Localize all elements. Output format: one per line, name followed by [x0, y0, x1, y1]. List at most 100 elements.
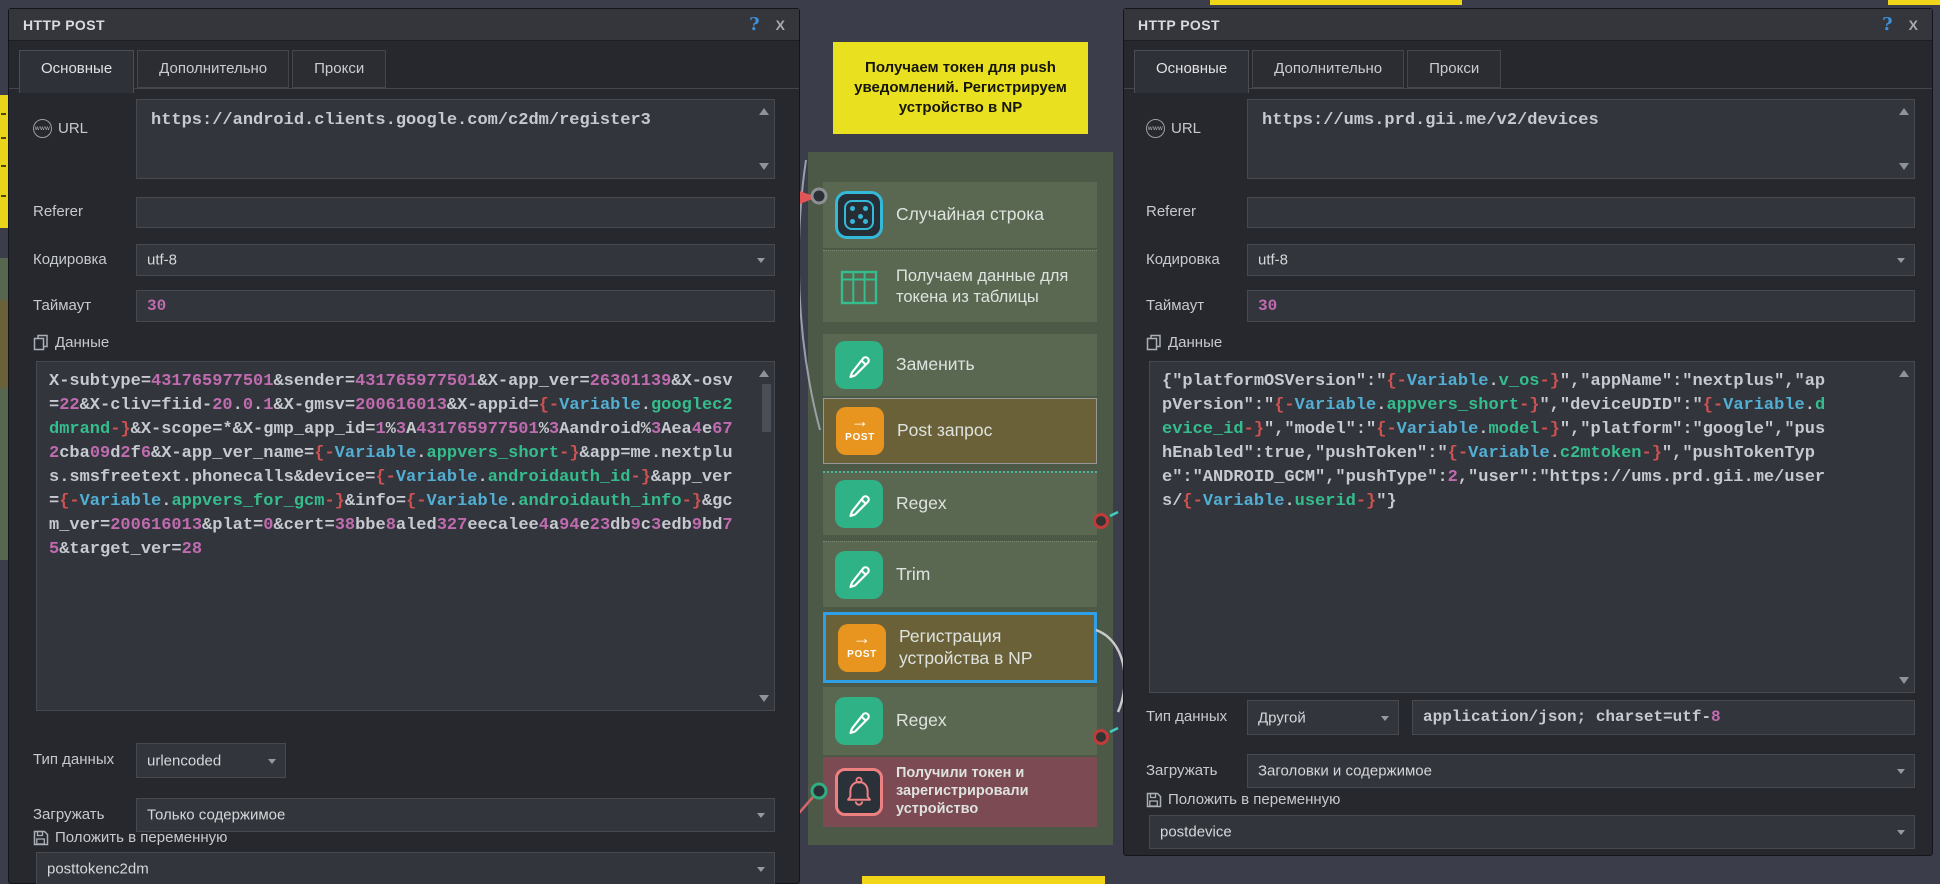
pencil-icon — [835, 480, 883, 528]
help-icon[interactable]: ? — [1882, 14, 1893, 35]
scroll-down-icon[interactable] — [1899, 163, 1909, 170]
timeout-input[interactable]: 30 — [136, 290, 775, 322]
tab-advanced[interactable]: Дополнительно — [1252, 50, 1404, 88]
chevron-down-icon — [757, 813, 765, 818]
step-label: Регистрация устройства в NP — [899, 626, 1094, 669]
scroll-up-icon[interactable] — [1899, 370, 1909, 377]
data-textarea[interactable]: {"platformOSVersion":"{-Variable.v_os-}"… — [1149, 361, 1915, 693]
encoding-label: Кодировка — [33, 251, 107, 268]
data-textarea[interactable]: X-subtype=431765977501&sender=4317659775… — [36, 361, 775, 711]
load-label: Загружать — [33, 806, 104, 823]
flow-step-regex-1[interactable]: Regex — [823, 471, 1097, 535]
step-label: Regex — [896, 493, 947, 514]
scrollbar-thumb[interactable] — [762, 384, 771, 432]
pencil-icon — [835, 697, 883, 745]
flow-step-trim[interactable]: Trim — [823, 541, 1097, 607]
datatype-select[interactable]: Другой — [1247, 700, 1399, 735]
left-edge-note-sliver — [0, 95, 8, 228]
referer-input[interactable] — [136, 197, 775, 228]
copy-pages-icon — [1146, 334, 1162, 351]
step-label: Получаем данные для токена из таблицы — [896, 266, 1097, 306]
url-label: URL — [1171, 120, 1201, 137]
encoding-label: Кодировка — [1146, 251, 1220, 268]
scroll-up-icon[interactable] — [759, 370, 769, 377]
datatype-select[interactable]: urlencoded — [136, 743, 286, 778]
arrow-right-icon: → — [836, 410, 884, 432]
timeout-input[interactable]: 30 — [1247, 290, 1915, 322]
flow-step-random-string[interactable]: Случайная строка — [823, 182, 1097, 248]
screen: Получаем токен для push уведомлений. Рег… — [0, 0, 1940, 884]
flow-step-post-request[interactable]: → POST Post запрос — [823, 398, 1097, 464]
flow-step-regex-2[interactable]: Regex — [823, 687, 1097, 755]
sticky-note[interactable]: Получаем токен для push уведомлений. Рег… — [833, 42, 1088, 134]
load-select[interactable]: Только содержимое — [136, 798, 775, 832]
tab-main[interactable]: Основные — [1134, 50, 1249, 93]
chevron-down-icon — [1897, 830, 1905, 835]
help-icon[interactable]: ? — [749, 14, 760, 35]
scroll-down-icon[interactable] — [759, 163, 769, 170]
putvar-select[interactable]: postdevice — [1149, 815, 1915, 849]
pencil-icon — [835, 551, 883, 599]
chevron-down-icon — [1897, 258, 1905, 263]
scroll-up-icon[interactable] — [1899, 108, 1909, 115]
encoding-select[interactable]: utf-8 — [136, 244, 775, 276]
top-note-sliver-2 — [1888, 0, 1940, 5]
scroll-down-icon[interactable] — [759, 695, 769, 702]
chevron-down-icon — [1897, 769, 1905, 774]
data-label: Данные — [1168, 334, 1222, 351]
timeout-label: Таймаут — [33, 297, 91, 314]
dialog-title: HTTP POST — [1138, 17, 1220, 33]
step-label: Получили токен и зарегистрировали устрой… — [896, 765, 1097, 818]
referer-label: Referer — [1146, 203, 1196, 220]
datatype-label: Тип данных — [33, 751, 114, 768]
chevron-down-icon — [757, 258, 765, 263]
putvar-select[interactable]: posttokenc2dm — [36, 852, 775, 884]
tab-advanced[interactable]: Дополнительно — [137, 50, 289, 88]
pencil-icon — [835, 341, 883, 389]
url-input[interactable]: https://ums.prd.gii.me/v2/devices — [1247, 99, 1915, 179]
putvar-label: Положить в переменную — [55, 829, 227, 846]
dialog-title: HTTP POST — [23, 17, 105, 33]
post-icon: → POST — [838, 624, 886, 672]
tab-main[interactable]: Основные — [19, 50, 134, 93]
dialog-titlebar[interactable]: HTTP POST ? X — [1124, 9, 1932, 41]
flow-step-replace[interactable]: Заменить — [823, 334, 1097, 396]
copy-pages-icon — [33, 334, 49, 351]
data-label-group: Данные — [33, 334, 109, 351]
dice-icon — [835, 191, 883, 239]
http-post-dialog-right: HTTP POST ? X Основные Дополнительно Про… — [1123, 8, 1933, 856]
top-note-sliver — [1210, 0, 1462, 5]
datatype-label: Тип данных — [1146, 708, 1227, 725]
scroll-down-icon[interactable] — [1899, 677, 1909, 684]
load-select[interactable]: Заголовки и содержимое — [1247, 754, 1915, 788]
bell-icon — [835, 768, 883, 816]
dice-face — [844, 200, 874, 230]
step-label: Случайная строка — [896, 204, 1044, 225]
table-icon — [835, 263, 883, 311]
flow-step-notification[interactable]: Получили токен и зарегистрировали устрой… — [823, 757, 1097, 827]
note-text-fragment — [1, 113, 6, 115]
url-input[interactable]: https://android.clients.google.com/c2dm/… — [136, 99, 775, 179]
timeout-label: Таймаут — [1146, 297, 1204, 314]
close-icon[interactable]: X — [1909, 17, 1918, 33]
flow-step-register-device[interactable]: → POST Регистрация устройства в NP — [823, 612, 1097, 683]
chevron-down-icon — [757, 867, 765, 872]
url-label-group: www URL — [1146, 119, 1201, 138]
putvar-label: Положить в переменную — [1168, 791, 1340, 808]
content-type-input[interactable]: application/json; charset=utf-8 — [1412, 700, 1915, 735]
step-label: Заменить — [896, 354, 975, 375]
close-icon[interactable]: X — [776, 17, 785, 33]
tab-proxy[interactable]: Прокси — [1407, 50, 1501, 88]
arrow-right-icon: → — [838, 627, 886, 649]
data-label: Данные — [55, 334, 109, 351]
dialog-titlebar[interactable]: HTTP POST ? X — [9, 9, 799, 41]
step-label: Post запрос — [897, 420, 992, 441]
flow-step-table-data[interactable]: Получаем данные для токена из таблицы — [823, 250, 1097, 322]
referer-input[interactable] — [1247, 197, 1915, 228]
tab-proxy[interactable]: Прокси — [292, 50, 386, 88]
scroll-up-icon[interactable] — [759, 108, 769, 115]
flow-group-panel: Случайная строка Получаем данные для ток… — [808, 152, 1113, 845]
chevron-down-icon — [1381, 716, 1389, 721]
url-value: https://ums.prd.gii.me/v2/devices — [1248, 100, 1896, 142]
encoding-select[interactable]: utf-8 — [1247, 244, 1915, 276]
